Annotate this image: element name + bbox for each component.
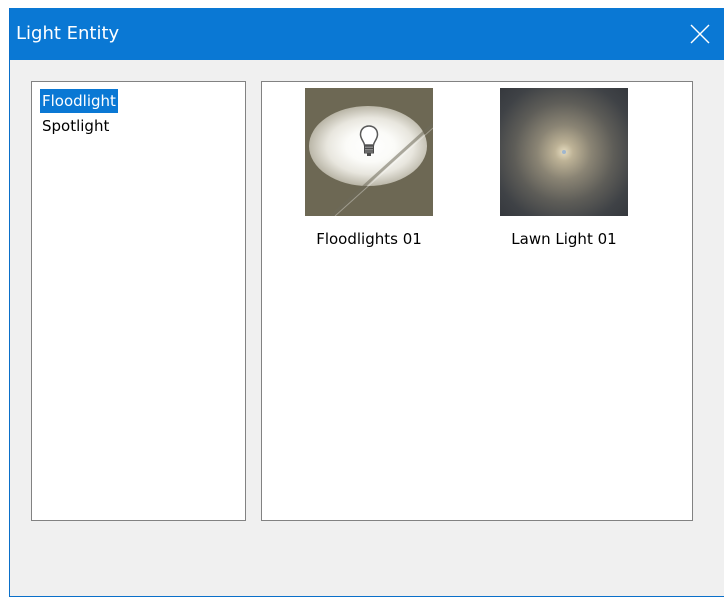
lightbulb-icon <box>359 125 379 156</box>
light-point-icon <box>562 150 566 154</box>
close-icon <box>690 24 710 44</box>
list-item-floodlight[interactable]: Floodlight <box>40 89 118 113</box>
window-title: Light Entity <box>16 23 120 44</box>
category-list[interactable]: Floodlight Spotlight <box>31 81 246 521</box>
light-entity-dialog: Light Entity Floodlight Spotlight Floodl… <box>9 8 724 597</box>
title-bar[interactable]: Light Entity <box>10 8 724 60</box>
gallery-item-label: Lawn Light 01 <box>511 230 617 248</box>
close-button[interactable] <box>682 16 718 52</box>
gallery-item-floodlights-01[interactable]: Floodlights 01 <box>294 88 444 253</box>
list-item-spotlight[interactable]: Spotlight <box>40 114 111 138</box>
entity-gallery[interactable]: Floodlights 01 Lawn Light 01 <box>261 81 693 521</box>
lawn-light-thumbnail <box>500 88 628 216</box>
gallery-item-label: Floodlights 01 <box>316 230 422 248</box>
floodlight-thumbnail <box>305 88 433 216</box>
gallery-item-lawn-light-01[interactable]: Lawn Light 01 <box>489 88 639 253</box>
